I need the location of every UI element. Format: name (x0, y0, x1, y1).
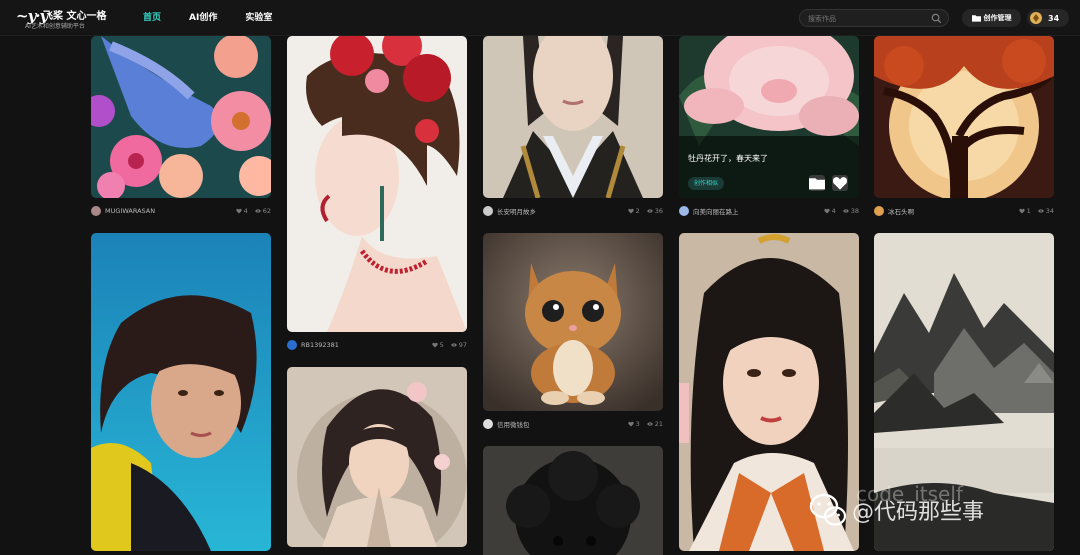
view-count: 62 (262, 207, 271, 215)
heart-icon (627, 421, 634, 427)
like-stat[interactable]: 4 (823, 207, 836, 215)
search-icon[interactable] (931, 13, 942, 24)
logo-subtitle: AI艺术和创意辅助平台 (25, 23, 85, 30)
eye-icon (451, 343, 457, 347)
wechat-icon (809, 493, 847, 526)
card-caption: 牡丹花开了，春天来了 (688, 154, 768, 163)
artwork-image (679, 36, 859, 198)
like-count: 5 (439, 341, 444, 349)
logo-title: 飞桨 文心一格 (43, 11, 107, 22)
avatar (483, 206, 493, 216)
card-author[interactable]: 信用微钱包 (497, 419, 621, 429)
heart-icon (1018, 208, 1025, 214)
eye-icon (1038, 209, 1044, 213)
like-stat[interactable]: 2 (627, 207, 640, 215)
artwork-card-flower-lady[interactable] (287, 36, 467, 332)
avatar (483, 419, 493, 429)
like-stat[interactable]: 1 (1018, 207, 1031, 215)
nav-ai-create[interactable]: AI创作 (183, 0, 223, 36)
view-count: 36 (654, 207, 663, 215)
view-stat: 34 (1038, 207, 1054, 215)
artwork-image (483, 446, 663, 555)
eye-icon (647, 422, 653, 426)
heart-icon (823, 208, 830, 214)
like-count: 4 (243, 207, 248, 215)
artwork-card-diver[interactable] (91, 233, 271, 551)
card-meta: 向美向丽在路上 4 38 (679, 204, 859, 218)
eye-icon (843, 209, 849, 213)
avatar (679, 206, 689, 216)
search-box (799, 9, 949, 27)
heart-icon (833, 177, 847, 190)
avatar (874, 206, 884, 216)
watermark-secondary-text: code_itself (856, 482, 963, 506)
artwork-card-poodle[interactable] (483, 446, 663, 555)
card-author[interactable]: RB1392381 (301, 341, 425, 349)
like-stat[interactable]: 4 (235, 207, 248, 215)
artwork-card-moon-tree[interactable] (874, 36, 1054, 198)
like-count: 2 (635, 207, 640, 215)
creation-manage-button[interactable]: 创作管理 (962, 9, 1021, 27)
artwork-image (483, 36, 663, 198)
like-count: 1 (1026, 207, 1031, 215)
avatar (91, 206, 101, 216)
top-bar: ~y·y 飞桨 文心一格 AI艺术和创意辅助平台 首页 AI创作 实验室 创作管… (0, 0, 1080, 36)
card-author[interactable]: 冰石头啊 (888, 206, 1012, 216)
nav-lab[interactable]: 实验室 (239, 0, 278, 36)
folder-icon (971, 15, 981, 22)
view-count: 97 (458, 341, 467, 349)
artwork-image (483, 233, 663, 411)
artwork-image (874, 36, 1054, 198)
artwork-card-peony[interactable]: 牡丹花开了，春天来了 创作相似 (679, 36, 859, 198)
card-meta: 长安明月故乡 2 36 (483, 204, 663, 218)
create-similar-button[interactable]: 创作相似 (688, 177, 725, 190)
search-input[interactable] (808, 12, 926, 25)
like-button[interactable] (832, 175, 848, 191)
artwork-image (91, 36, 271, 198)
card-meta: MUGIWARASAN 4 62 (91, 204, 271, 218)
nav-home[interactable]: 首页 (137, 0, 167, 36)
like-stat[interactable]: 5 (431, 341, 444, 349)
card-meta: RB1392381 5 97 (287, 338, 467, 352)
logo[interactable]: ~y·y 飞桨 文心一格 AI艺术和创意辅助平台 (16, 5, 106, 31)
credits-count: 34 (1048, 13, 1060, 23)
view-stat: 21 (647, 420, 663, 428)
artwork-card-kitten[interactable] (483, 233, 663, 411)
eye-icon (647, 209, 653, 213)
view-count: 38 (850, 207, 859, 215)
view-count: 21 (654, 420, 663, 428)
view-stat: 36 (647, 207, 663, 215)
artwork-card-ancient-man[interactable] (483, 36, 663, 198)
main-nav: 首页 AI创作 实验室 (137, 0, 294, 36)
view-stat: 38 (843, 207, 859, 215)
artwork-card-flower-bird[interactable] (91, 36, 271, 198)
folder-icon (809, 178, 825, 190)
view-stat: 97 (451, 341, 467, 349)
like-count: 3 (635, 420, 640, 428)
avatar (287, 340, 297, 350)
like-count: 4 (831, 207, 836, 215)
eye-icon (255, 209, 261, 213)
card-meta: 信用微钱包 3 21 (483, 417, 663, 431)
heart-icon (627, 208, 634, 214)
card-author[interactable]: 长安明月故乡 (497, 206, 621, 216)
card-author[interactable]: MUGIWARASAN (105, 207, 229, 215)
artwork-card-hanfu-girl[interactable] (287, 367, 467, 547)
save-folder-button[interactable] (809, 175, 825, 191)
view-count: 34 (1045, 207, 1054, 215)
watermark: @代码那些事 code_itself (808, 482, 984, 530)
artwork-image (287, 36, 467, 332)
artwork-image (91, 233, 271, 551)
credits-badge[interactable]: 34 (1027, 9, 1069, 27)
heart-icon (235, 208, 242, 214)
like-stat[interactable]: 3 (627, 420, 640, 428)
creation-manage-label: 创作管理 (983, 14, 1012, 22)
coin-icon (1030, 12, 1042, 24)
heart-icon (431, 342, 438, 348)
artwork-image (287, 367, 467, 547)
view-stat: 62 (255, 207, 271, 215)
card-author[interactable]: 向美向丽在路上 (693, 206, 817, 216)
card-meta: 冰石头啊 1 34 (874, 204, 1054, 218)
